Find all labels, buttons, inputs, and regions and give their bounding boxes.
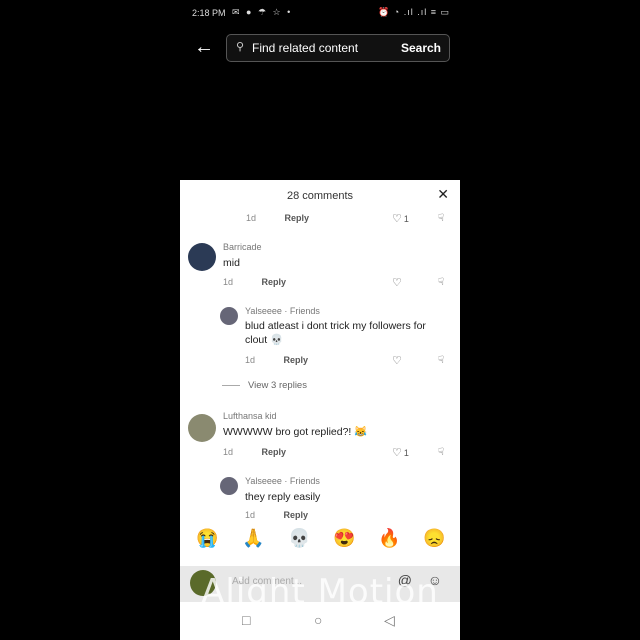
comment-text: blud atleast i dont trick my followers f…	[245, 320, 426, 346]
search-button[interactable]: Search	[401, 41, 441, 55]
avatar[interactable]	[188, 414, 216, 442]
like-heart-icon[interactable]: ♡ 1	[392, 446, 409, 459]
comment-author[interactable]: Yalseeee · Friends	[245, 306, 320, 316]
comment-text: WWWWW bro got replied?! 😹	[223, 426, 368, 438]
search-placeholder: Find related content	[252, 41, 359, 55]
avatar[interactable]	[220, 307, 238, 325]
emoji-pray[interactable]: 🙏	[242, 528, 264, 549]
reply-button[interactable]: Reply	[262, 277, 287, 287]
dislike-icon[interactable]: ☟	[438, 355, 444, 366]
home-icon[interactable]: ○	[314, 612, 322, 628]
system-icons: ⏰ ◔ .ıl .ıl ≡ ▭	[378, 7, 450, 17]
comment-text: mid	[223, 257, 240, 269]
dislike-icon[interactable]: ☟	[438, 213, 444, 224]
avatar[interactable]	[220, 477, 238, 495]
reply-button[interactable]: Reply	[284, 510, 309, 520]
top-bar: ← ⚲ Find related content Search	[190, 34, 452, 64]
emoji-bar: 😭 🙏 💀 😍 🔥 😞	[180, 526, 460, 556]
comments-sheet: 28 comments ✕ 1d Reply ♡ 1 ☟ Barricade mi…	[180, 180, 460, 640]
like-heart-icon[interactable]: ♡ 1	[392, 212, 409, 225]
search-field[interactable]: ⚲ Find related content Search	[226, 34, 450, 62]
reply-button[interactable]: Reply	[284, 355, 309, 365]
comment-time: 1d	[223, 277, 234, 287]
like-heart-icon[interactable]: ♡	[392, 276, 402, 289]
clock: 2:18 PM	[192, 8, 226, 18]
search-icon: ⚲	[236, 41, 245, 53]
emoji-fire[interactable]: 🔥	[378, 528, 400, 549]
emoji-heart-eyes[interactable]: 😍	[333, 528, 355, 549]
emoji-disappointed[interactable]: 😞	[423, 528, 445, 549]
comment-time: 1d	[246, 213, 257, 223]
comment-author[interactable]: Barricade	[223, 242, 262, 252]
like-count: 1	[403, 214, 409, 224]
dislike-icon[interactable]: ☟	[438, 447, 444, 458]
view-replies-button[interactable]: View 3 replies	[222, 380, 307, 391]
comment-time: 1d	[223, 447, 234, 457]
arrow-left-icon[interactable]: ←	[194, 36, 214, 59]
system-nav-bar: □ ○ ◁	[180, 610, 460, 634]
avatar[interactable]	[188, 243, 216, 271]
reply-button[interactable]: Reply	[262, 447, 287, 457]
comment-author[interactable]: Lufthansa kid	[223, 411, 277, 421]
dislike-icon[interactable]: ☟	[438, 277, 444, 288]
like-count: 1	[403, 448, 409, 458]
back-nav-icon[interactable]: ◁	[384, 612, 395, 629]
emoji-crying[interactable]: 😭	[196, 528, 218, 549]
comment-author[interactable]: Yalseeee · Friends	[245, 476, 320, 486]
status-bar: 2:18 PM ✉ ● ☂ ☆ • ⏰ ◔ .ıl .ıl ≡ ▭	[190, 6, 450, 22]
comment-meta: 1d Reply	[245, 355, 308, 365]
comment-text: they reply easily	[245, 491, 321, 503]
watermark: Alight Motion	[201, 572, 439, 612]
recent-apps-icon[interactable]: □	[242, 612, 250, 628]
comment-meta: 1d Reply	[223, 277, 286, 287]
comment-time: 1d	[245, 510, 256, 520]
sheet-header: 28 comments ✕	[180, 180, 460, 210]
like-heart-icon[interactable]: ♡	[392, 354, 402, 367]
comment-time: 1d	[245, 355, 256, 365]
comments-count: 28 comments	[286, 190, 354, 202]
close-icon[interactable]: ✕	[437, 186, 449, 203]
comment-meta: 1d Reply	[223, 447, 286, 457]
reply-button[interactable]: Reply	[285, 213, 310, 223]
divider	[222, 384, 240, 386]
emoji-skull[interactable]: 💀	[288, 528, 310, 549]
comment-meta: 1d Reply	[246, 213, 309, 223]
comment-meta: 1d Reply	[245, 510, 308, 520]
view-replies-label: View 3 replies	[248, 380, 307, 391]
notification-icons: ✉ ● ☂ ☆ •	[232, 7, 293, 17]
